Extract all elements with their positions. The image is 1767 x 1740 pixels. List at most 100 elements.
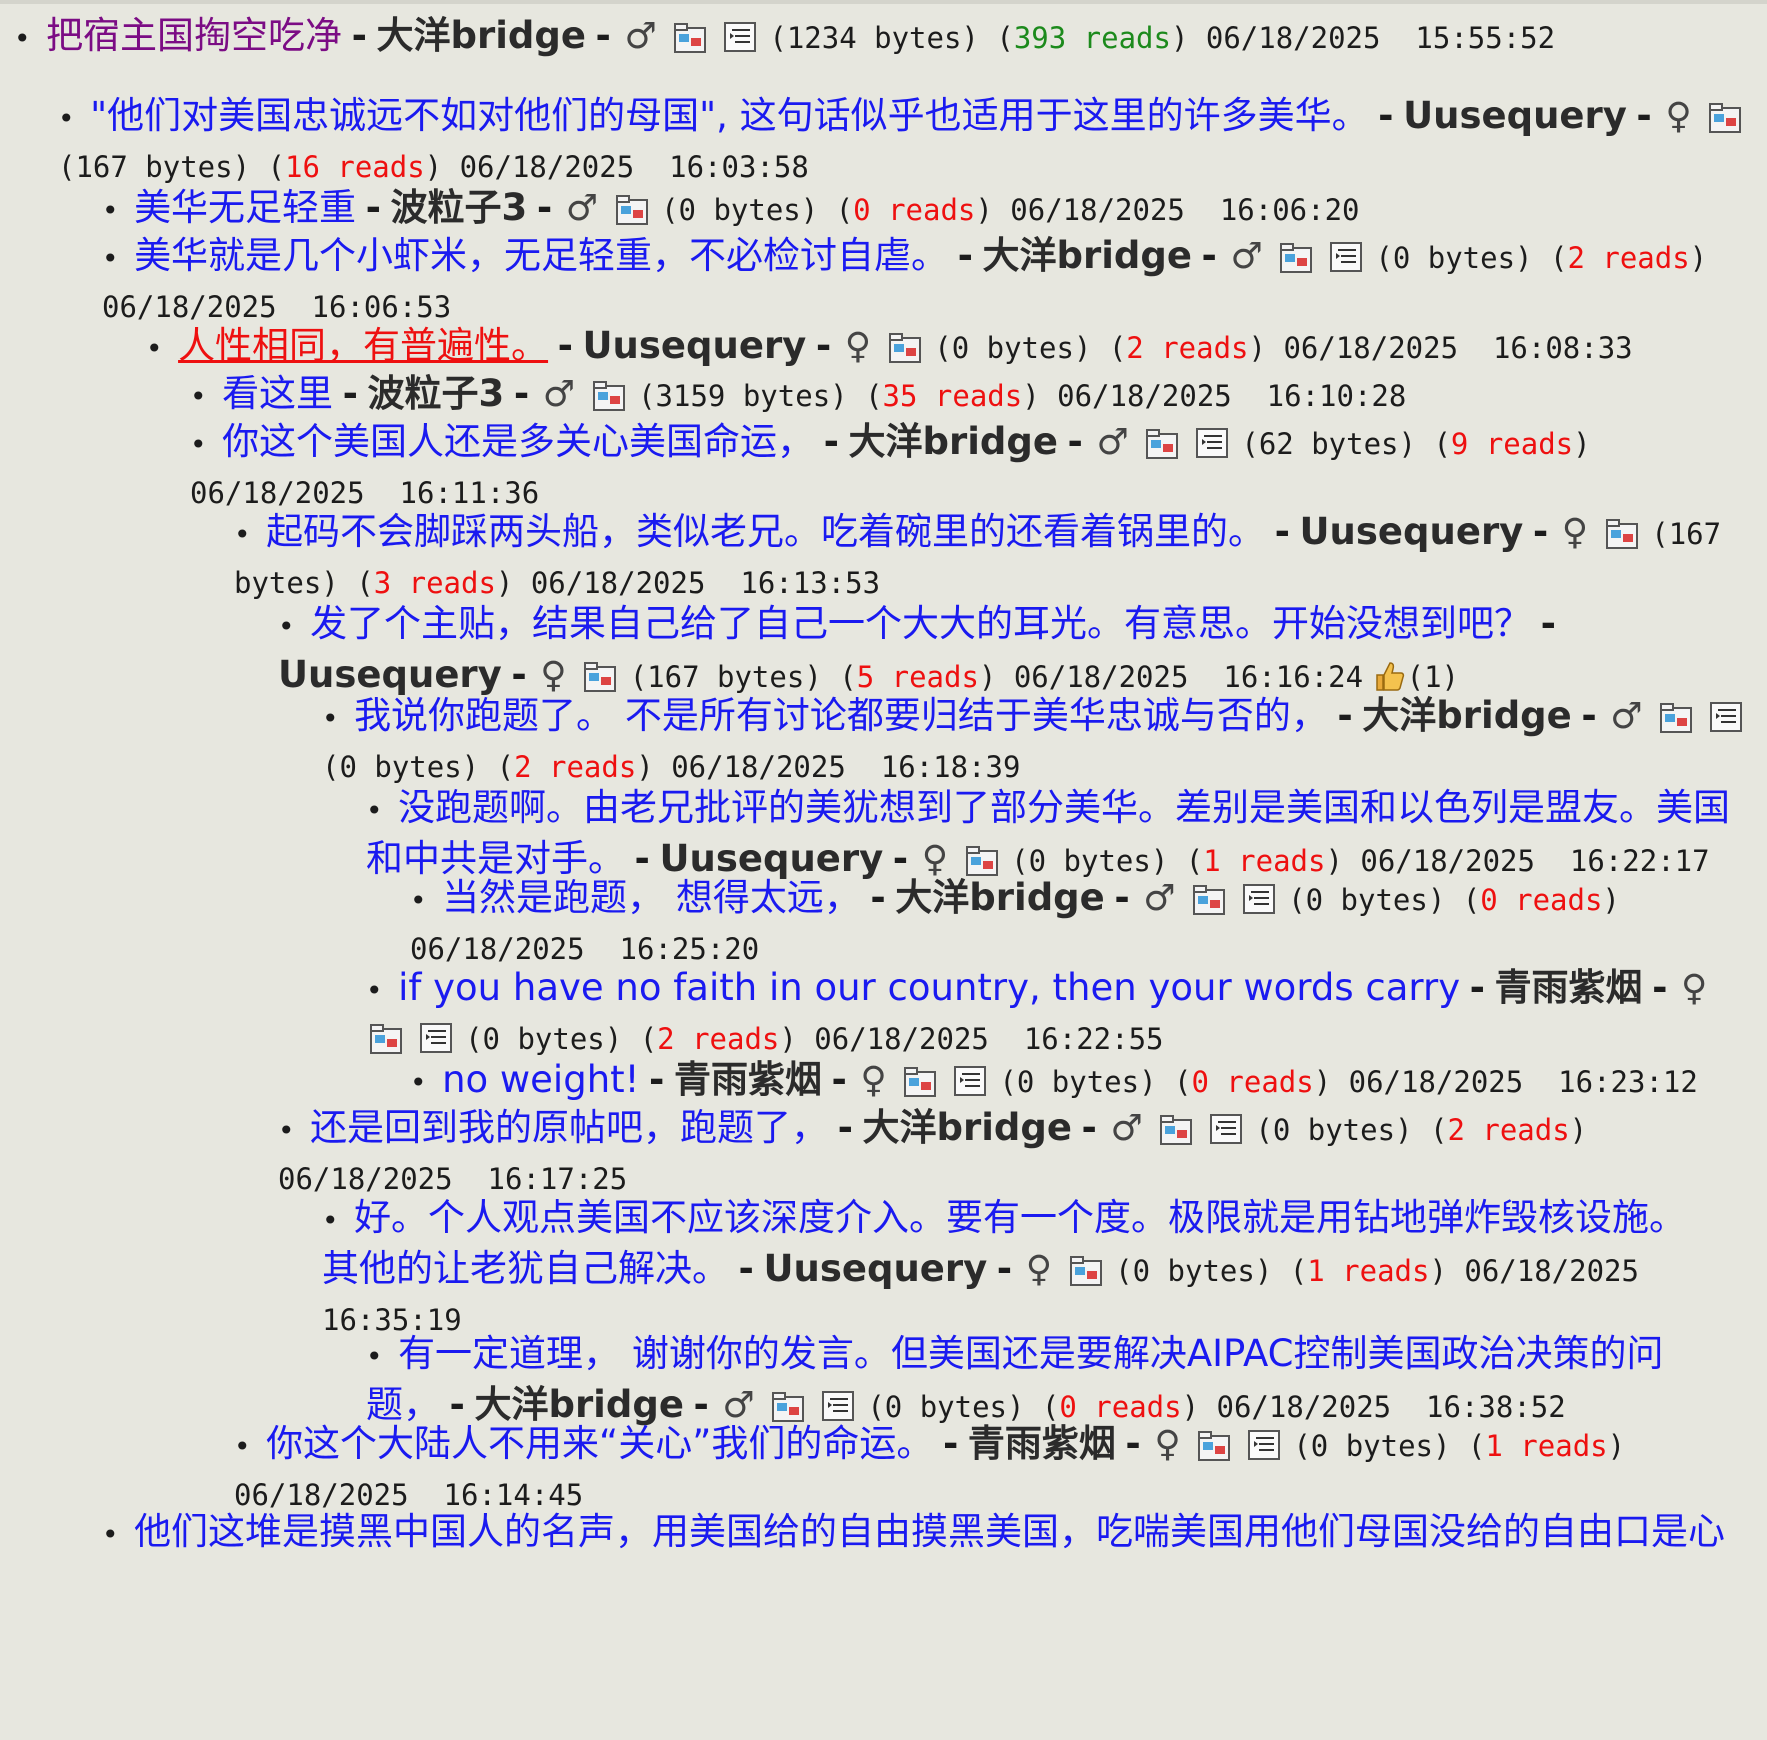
author-name[interactable]: 大洋bridge	[895, 876, 1104, 919]
byte-size: (167 bytes)	[58, 150, 251, 184]
male-icon: ♂	[542, 374, 575, 415]
author-name[interactable]: 大洋bridge	[863, 1106, 1072, 1149]
read-count: 2 reads	[1567, 241, 1690, 275]
author-name[interactable]: 大洋bridge	[1362, 694, 1571, 737]
post-item: • 人性相同，有普遍性。 - Uusequery - ♀ (0 bytes) (…	[146, 322, 1756, 373]
byte-size: (0 bytes)	[322, 750, 480, 784]
separator: -	[513, 372, 530, 415]
post-time: 16:18:39	[880, 750, 1021, 784]
folder-icon[interactable]	[583, 659, 617, 693]
author-name[interactable]: 大洋bridge	[849, 420, 1058, 463]
post-meta: (1234 bytes) (393 reads) 06/18/2025 15:5…	[769, 21, 1556, 55]
author-name[interactable]: 青雨紫烟	[674, 1058, 822, 1101]
author-name[interactable]: 大洋bridge	[377, 14, 586, 57]
post-item: • 美华就是几个小虾米，无足轻重，不必检讨自虐。 - 大洋bridge - ♂ …	[102, 232, 1742, 332]
post-title-link[interactable]: if you have no faith in our country, the…	[398, 966, 1460, 1009]
document-icon[interactable]	[1329, 240, 1363, 274]
folder-icon[interactable]	[903, 1064, 937, 1098]
post-item: • "他们对美国忠诚远不如对他们的母国", 这句话似乎也适用于这里的许多美华。 …	[58, 92, 1758, 192]
folder-icon[interactable]	[673, 20, 707, 54]
separator: -	[1378, 94, 1394, 137]
post-title-link[interactable]: 你这个美国人还是多关心美国命运，	[222, 420, 814, 463]
read-count: 1 reads	[1307, 1254, 1430, 1288]
female-icon: ♀	[1665, 96, 1692, 137]
bullet: •	[190, 380, 207, 413]
folder-icon[interactable]	[615, 192, 649, 226]
read-count: 9 reads	[1450, 427, 1574, 461]
post-title-link[interactable]: 我说你跑题了。 不是所有讨论都要归结于美华忠诚与否的，	[354, 694, 1328, 737]
byte-size: (0 bytes)	[867, 1390, 1025, 1424]
separator: -	[831, 1058, 847, 1101]
folder-icon[interactable]	[1159, 1112, 1193, 1146]
folder-icon[interactable]	[1708, 100, 1742, 134]
post-item: • 美华无足轻重 - 波粒子3 - ♂ (0 bytes) (0 reads) …	[102, 184, 1752, 235]
male-icon: ♂	[1110, 1108, 1143, 1149]
post-title-link[interactable]: 他们这堆是摸黑中国人的名声，用美国给的自由摸黑美国，吃喘美国用他们母国没给的自由…	[134, 1510, 1725, 1553]
read-count: 0 reads	[1059, 1390, 1182, 1424]
post-title-link[interactable]: 当然是跑题， 想得太远，	[442, 876, 861, 919]
separator: -	[557, 324, 573, 367]
folder-icon[interactable]	[1279, 240, 1313, 274]
bullet: •	[322, 1204, 339, 1237]
male-icon: ♂	[1096, 422, 1129, 463]
document-icon[interactable]	[723, 20, 757, 54]
folder-icon[interactable]	[1069, 1253, 1103, 1287]
folder-icon[interactable]	[1145, 426, 1179, 460]
document-icon[interactable]	[1195, 426, 1229, 460]
female-icon: ♀	[1561, 512, 1589, 553]
author-name[interactable]: Uusequery	[763, 1247, 987, 1290]
female-icon: ♀	[1681, 968, 1708, 1009]
post-title-link[interactable]: 美华无足轻重	[134, 186, 356, 229]
post-date: 06/18/2025	[814, 1022, 989, 1056]
post-item: • 起码不会脚踩两头船，类似老兄。吃着碗里的还看着锅里的。 - Uusequer…	[234, 508, 1754, 608]
folder-icon[interactable]	[1197, 1428, 1231, 1462]
post-date: 06/18/2025	[1010, 193, 1185, 227]
bullet: •	[14, 22, 31, 55]
author-name[interactable]: 大洋bridge	[983, 234, 1192, 277]
post-time: 16:22:55	[1023, 1022, 1164, 1056]
author-name[interactable]: 波粒子3	[368, 372, 505, 415]
post-date: 06/18/2025	[102, 290, 277, 324]
post-title-link[interactable]: no weight!	[442, 1058, 639, 1101]
document-icon[interactable]	[1709, 700, 1743, 734]
folder-icon[interactable]	[369, 1021, 403, 1055]
document-icon[interactable]	[953, 1064, 987, 1098]
bullet: •	[58, 102, 75, 135]
document-icon[interactable]	[1242, 882, 1276, 916]
separator: -	[823, 420, 839, 463]
folder-icon[interactable]	[888, 330, 922, 364]
document-icon[interactable]	[419, 1021, 453, 1055]
post-date: 06/18/2025	[1013, 660, 1189, 694]
bullet: •	[366, 1340, 383, 1373]
post-title-link[interactable]: 美华就是几个小虾米，无足轻重，不必检讨自虐。	[134, 234, 948, 277]
author-name[interactable]: 波粒子3	[391, 186, 528, 229]
author-name[interactable]: Uusequery	[1300, 510, 1524, 553]
post-title-link[interactable]: 看这里	[222, 372, 333, 415]
folder-icon[interactable]	[1605, 516, 1639, 550]
author-name[interactable]: Uusequery	[583, 324, 807, 367]
folder-icon[interactable]	[771, 1389, 805, 1423]
folder-icon[interactable]	[1192, 882, 1226, 916]
post-title-link[interactable]: 把宿主国掏空吃净	[46, 14, 342, 57]
post-title-link[interactable]: 发了个主贴，结果自己给了自己一个大大的耳光。有意思。开始没想到吧？	[310, 602, 1531, 645]
post-time: 16:08:33	[1492, 331, 1633, 365]
author-name[interactable]: 青雨紫烟	[968, 1422, 1116, 1465]
document-icon[interactable]	[821, 1389, 855, 1423]
byte-size: (0 bytes)	[1011, 844, 1169, 878]
folder-icon[interactable]	[965, 843, 999, 877]
post-title-link[interactable]: "他们对美国忠诚远不如对他们的母国", 这句话似乎也适用于这里的许多美华。	[90, 94, 1369, 137]
author-name[interactable]: Uusequery	[278, 653, 502, 696]
post-date: 06/18/2025	[1464, 1254, 1639, 1288]
post-title-link[interactable]: 你这个大陆人不用来“关心”我们的命运。	[266, 1422, 933, 1465]
separator: -	[365, 186, 381, 229]
post-title-link[interactable]: 起码不会脚踩两头船，类似老兄。吃着碗里的还看着锅里的。	[266, 510, 1265, 553]
document-icon[interactable]	[1209, 1112, 1243, 1146]
author-name[interactable]: 青雨紫烟	[1495, 966, 1643, 1009]
post-title-link[interactable]: 还是回到我的原帖吧，跑题了，	[310, 1106, 828, 1149]
post-title-link[interactable]: 人性相同，有普遍性。	[178, 324, 548, 367]
document-icon[interactable]	[1247, 1428, 1281, 1462]
male-icon: ♂	[624, 16, 657, 57]
folder-icon[interactable]	[592, 378, 626, 412]
folder-icon[interactable]	[1659, 700, 1693, 734]
author-name[interactable]: Uusequery	[1403, 94, 1627, 137]
